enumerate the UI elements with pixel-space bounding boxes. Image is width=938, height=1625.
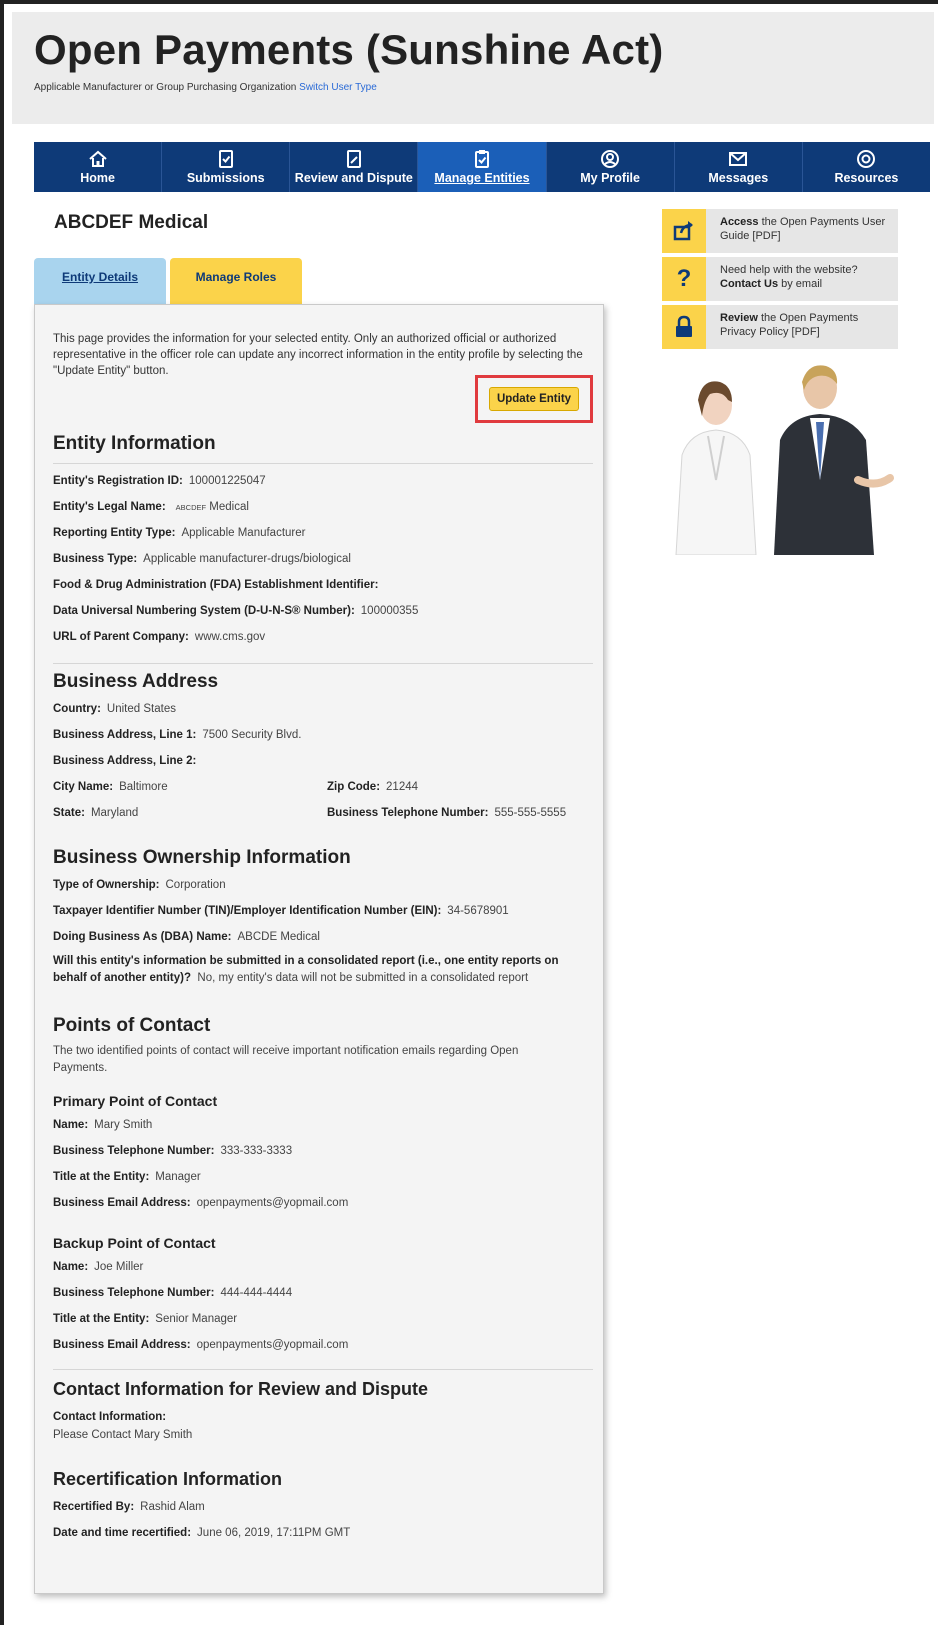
home-icon: [88, 149, 108, 169]
nav-review-dispute[interactable]: Review and Dispute: [290, 142, 419, 192]
nav-label: Submissions: [186, 171, 265, 185]
business-type-row: Business Type: Applicable manufacturer-dr…: [53, 553, 351, 565]
user-guide-link[interactable]: Access the Open Payments User Guide [PDF…: [662, 209, 898, 253]
primary-contact-title: Primary Point of Contact: [53, 1093, 218, 1109]
divider: [53, 663, 593, 664]
nav-label: Review and Dispute: [294, 171, 413, 185]
ownership-type-row: Type of Ownership: Corporation: [53, 879, 226, 891]
nav-manage-entities[interactable]: Manage Entities: [418, 142, 547, 192]
privacy-policy-text: Review the Open Payments Privacy Policy …: [720, 312, 859, 338]
intro-text: This page provides the information for y…: [53, 333, 583, 377]
backup-title-row: Title at the Entity: Senior Manager: [53, 1313, 238, 1325]
nav-resources[interactable]: Resources: [803, 142, 930, 192]
points-of-contact-description: The two identified points of contact wil…: [53, 1045, 519, 1074]
lock-icon: [662, 305, 706, 349]
nav-home[interactable]: Home: [34, 142, 163, 192]
tab-entity-details[interactable]: Entity Details: [34, 258, 166, 304]
backup-contact-title: Backup Point of Contact: [53, 1235, 216, 1251]
divider: [53, 1369, 593, 1370]
doctor-businessman-photo: [662, 360, 898, 556]
gear-icon: [856, 149, 876, 169]
contact-us-link[interactable]: ? Need help with the website? Contact Us …: [662, 257, 898, 301]
duns-row: Data Universal Numbering System (D-U-N-S…: [53, 605, 419, 617]
entity-information-title: Entity Information: [53, 433, 216, 454]
question-icon: ?: [662, 257, 706, 301]
site-header: Open Payments (Sunshine Act) Applicable …: [12, 12, 934, 124]
divider: [53, 463, 593, 464]
profile-icon: [600, 149, 620, 169]
backup-email-row: Business Email Address: openpayments@yopm…: [53, 1339, 349, 1351]
submissions-icon: [216, 149, 236, 169]
contact-us-text: Need help with the website? Contact Us by…: [720, 264, 858, 290]
entity-name: ABCDEF Medical: [54, 212, 209, 233]
backup-phone-row: Business Telephone Number: 444-444-4444: [53, 1287, 293, 1299]
main-nav: Home Submissions Review and Dispute Mana…: [34, 142, 930, 192]
review-contact-value: Please Contact Mary Smith: [53, 1429, 193, 1441]
backup-name-row: Name: Joe Miller: [53, 1261, 144, 1273]
registration-id-row: Entity's Registration ID: 100001225047: [53, 475, 266, 487]
country-row: Country: United States: [53, 703, 176, 715]
zip-row: Zip Code: 21244: [327, 781, 419, 793]
nav-label: My Profile: [580, 171, 640, 185]
nav-messages[interactable]: Messages: [675, 142, 803, 192]
share-icon: [662, 209, 706, 253]
address-line2-row: Business Address, Line 2:: [53, 755, 197, 767]
recertification-title: Recertification Information: [53, 1469, 283, 1489]
city-row: City Name: Baltimore: [53, 781, 168, 793]
update-entity-highlight: Update Entity: [475, 375, 593, 423]
consolidated-report-row: Will this entity's information be submit…: [53, 955, 559, 984]
primary-title-row: Title at the Entity: Manager: [53, 1171, 201, 1183]
review-contact-title: Contact Information for Review and Dispu…: [53, 1379, 429, 1399]
clipboard-icon: [472, 149, 492, 169]
update-entity-button[interactable]: Update Entity: [489, 387, 579, 411]
review-icon: [344, 149, 364, 169]
primary-email-row: Business Email Address: openpayments@yopm…: [53, 1197, 349, 1209]
ownership-title: Business Ownership Information: [53, 847, 351, 868]
nav-label: Manage Entities: [434, 171, 530, 185]
legal-name-row: Entity's Legal Name: ABCDEF Medical: [53, 501, 249, 513]
nav-label: Messages: [708, 171, 769, 185]
review-contact-label: Contact Information:: [53, 1411, 167, 1423]
user-guide-text: Access the Open Payments User Guide [PDF…: [720, 216, 886, 242]
nav-label: Home: [80, 171, 115, 185]
tin-row: Taxpayer Identifier Number (TIN)/Employe…: [53, 905, 509, 917]
points-of-contact-title: Points of Contact: [53, 1015, 211, 1036]
site-subtitle: Applicable Manufacturer or Group Purchas…: [34, 82, 377, 93]
business-phone-row: Business Telephone Number: 555-555-5555: [327, 807, 567, 819]
switch-user-type-link[interactable]: Switch User Type: [299, 82, 377, 93]
recertified-by-row: Recertified By: Rashid Alam: [53, 1501, 205, 1513]
business-address-title: Business Address: [53, 671, 219, 692]
state-row: State: Maryland: [53, 807, 139, 819]
dba-row: Doing Business As (DBA) Name: ABCDE Medic…: [53, 931, 320, 943]
nav-my-profile[interactable]: My Profile: [547, 142, 675, 192]
primary-name-row: Name: Mary Smith: [53, 1119, 153, 1131]
fda-identifier-row: Food & Drug Administration (FDA) Establi…: [53, 579, 379, 591]
nav-label: Resources: [834, 171, 899, 185]
recertified-date-row: Date and time recertified: June 06, 2019,…: [53, 1527, 351, 1539]
address-line1-row: Business Address, Line 1: 7500 Security B…: [53, 729, 302, 741]
primary-phone-row: Business Telephone Number: 333-333-3333: [53, 1145, 293, 1157]
user-type-label: Applicable Manufacturer or Group Purchas…: [34, 82, 297, 93]
parent-url-row: URL of Parent Company: www.cms.gov: [53, 631, 266, 643]
site-title: Open Payments (Sunshine Act): [34, 26, 664, 73]
entity-details-panel: This page provides the information for y…: [34, 304, 604, 1594]
nav-submissions[interactable]: Submissions: [162, 142, 291, 192]
reporting-type-row: Reporting Entity Type: Applicable Manufac…: [53, 527, 306, 539]
privacy-policy-link[interactable]: Review the Open Payments Privacy Policy …: [662, 305, 898, 349]
mail-icon: [728, 149, 748, 169]
tab-manage-roles[interactable]: Manage Roles: [170, 258, 302, 304]
